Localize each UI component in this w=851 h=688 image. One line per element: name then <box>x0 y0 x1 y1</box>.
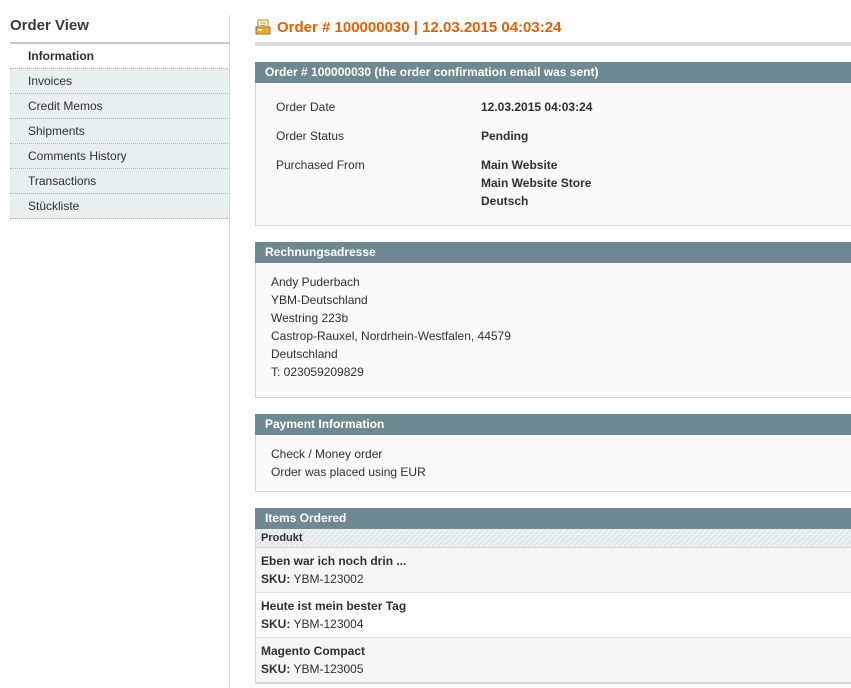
tab-comments-history[interactable]: Comments History <box>10 144 230 169</box>
items-ordered-box: Items Ordered Produkt Eben war ich noch … <box>255 508 851 684</box>
billing-address: Andy Puderbach YBM-Deutschland Westring … <box>255 263 851 398</box>
item-sku: SKU: YBM-123004 <box>261 615 846 633</box>
payment-info-box: Payment Information Check / Money order … <box>255 414 851 492</box>
tab-shipments[interactable]: Shipments <box>10 119 230 144</box>
column-header-produkt: Produkt <box>256 529 851 548</box>
order-info-table: Order Date 12.03.2015 04:03:24 Order Sta… <box>255 83 851 226</box>
order-status-value: Pending <box>481 129 529 143</box>
sku-label: SKU: <box>261 662 291 676</box>
order-date-row: Order Date 12.03.2015 04:03:24 <box>276 93 851 122</box>
billing-street: Westring 223b <box>271 311 349 325</box>
billing-city: Castrop-Rauxel, Nordrhein-Westfalen, 445… <box>271 329 511 343</box>
page-header: Order # 100000030 | 12.03.2015 04:03:24 <box>255 0 851 46</box>
tab-invoices[interactable]: Invoices <box>10 69 230 94</box>
purchased-from-website: Main Website <box>481 158 558 172</box>
purchased-from-storeview: Deutsch <box>481 194 529 208</box>
purchased-from-value: Main Website Main Website Store Deutsch <box>481 151 591 216</box>
main-content: Order # 100000030 | 12.03.2015 04:03:24 … <box>255 0 851 684</box>
sku-value: YBM-123005 <box>293 662 364 676</box>
billing-country: Deutschland <box>271 347 338 361</box>
payment-info-header: Payment Information <box>255 414 851 435</box>
purchased-from-store: Main Website Store <box>481 176 592 190</box>
billing-address-header: Rechnungsadresse <box>255 242 851 263</box>
billing-name: Andy Puderbach <box>271 275 360 289</box>
order-view-sidebar: Order View Information Invoices Credit M… <box>10 0 230 219</box>
order-status-row: Order Status Pending <box>276 122 851 151</box>
billing-company: YBM-Deutschland <box>271 293 368 307</box>
items-grid: Produkt Eben war ich noch drin ... SKU: … <box>255 529 851 684</box>
payment-currency-note: Order was placed using EUR <box>271 465 426 479</box>
page-title: Order # 100000030 | 12.03.2015 04:03:24 <box>277 18 562 36</box>
billing-address-box: Rechnungsadresse Andy Puderbach YBM-Deut… <box>255 242 851 398</box>
table-row: Heute ist mein bester Tag SKU: YBM-12300… <box>256 593 851 638</box>
sku-label: SKU: <box>261 617 291 631</box>
item-name: Eben war ich noch drin ... <box>261 554 407 568</box>
payment-method: Check / Money order <box>271 447 383 461</box>
tab-stueckliste[interactable]: Stückliste <box>10 194 230 219</box>
order-date-label: Order Date <box>276 100 336 114</box>
tab-credit-memos[interactable]: Credit Memos <box>10 94 230 119</box>
table-row: Eben war ich noch drin ... SKU: YBM-1230… <box>256 548 851 593</box>
order-date-value: 12.03.2015 04:03:24 <box>481 100 593 114</box>
order-status-label: Order Status <box>276 129 345 143</box>
sku-value: YBM-123004 <box>293 617 364 631</box>
order-box-header: Order # 100000030 (the order confirmatio… <box>255 62 851 83</box>
purchased-from-row: Purchased From Main Website Main Website… <box>276 151 851 216</box>
item-name: Magento Compact <box>261 644 366 658</box>
item-name: Heute ist mein bester Tag <box>261 599 407 613</box>
item-sku: SKU: YBM-123002 <box>261 570 846 588</box>
tab-transactions[interactable]: Transactions <box>10 169 230 194</box>
order-info-box: Order # 100000030 (the order confirmatio… <box>255 62 851 226</box>
payment-info: Check / Money order Order was placed usi… <box>255 435 851 492</box>
purchased-from-label: Purchased From <box>276 158 365 172</box>
sidebar-title: Order View <box>10 0 230 44</box>
tab-information[interactable]: Information <box>10 44 230 69</box>
billing-phone: T: 023059209829 <box>271 365 364 379</box>
sidebar-divider <box>229 15 230 688</box>
sku-value: YBM-123002 <box>293 572 364 586</box>
order-document-icon <box>255 19 271 35</box>
table-row: Magento Compact SKU: YBM-123005 <box>256 638 851 683</box>
sku-label: SKU: <box>261 572 291 586</box>
item-sku: SKU: YBM-123005 <box>261 660 846 678</box>
items-ordered-header: Items Ordered <box>255 508 851 529</box>
